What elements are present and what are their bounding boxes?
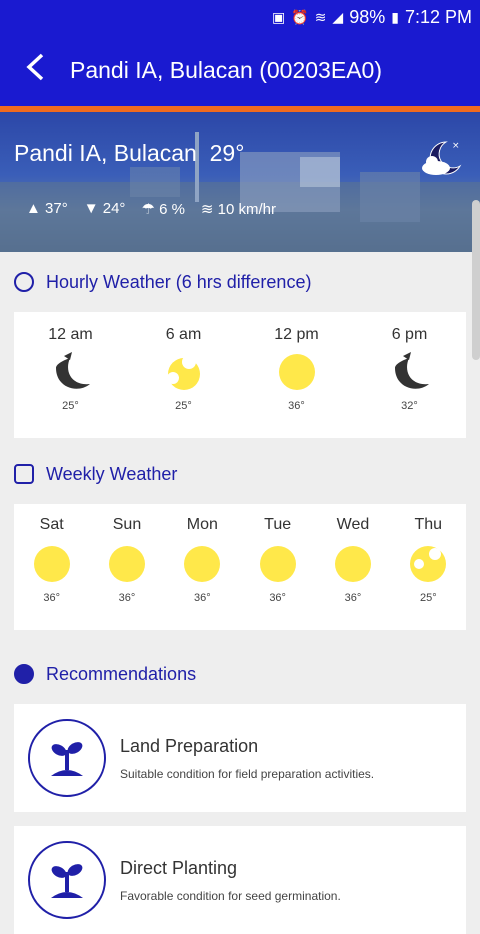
current-location-temp: Pandi IA, Bulacan 29° bbox=[14, 140, 244, 167]
hourly-item: 6 pm 32° bbox=[385, 326, 435, 412]
plant-sprout-icon bbox=[28, 719, 106, 797]
page-title: Pandi IA, Bulacan (00203EA0) bbox=[70, 56, 382, 83]
svg-text:×: × bbox=[452, 141, 460, 151]
wind-speed: ≋ 10 km/hr bbox=[200, 201, 277, 218]
sun-icon bbox=[184, 546, 221, 582]
notification-icon: ▣ bbox=[272, 8, 286, 25]
partly-sunny-icon bbox=[410, 546, 447, 582]
weekly-item: Sun 36° bbox=[104, 516, 150, 604]
sun-icon bbox=[108, 546, 145, 582]
recommendation-desc: Suitable condition for field preparation… bbox=[120, 766, 375, 781]
recommendation-card[interactable]: Land Preparation Suitable condition for … bbox=[14, 704, 466, 812]
battery-icon: ▮ bbox=[391, 8, 399, 25]
moon-icon bbox=[55, 352, 90, 389]
low-temp: ▼ 24° bbox=[83, 200, 126, 217]
weekly-item: Sat 36° bbox=[29, 516, 75, 604]
back-chevron-icon[interactable] bbox=[0, 52, 70, 88]
scrollbar[interactable] bbox=[472, 200, 480, 360]
hourly-title: Hourly Weather (6 hrs difference) bbox=[46, 271, 312, 292]
hourly-card: 12 am 25° 6 am 25° 12 pm 36° 6 pm 32° bbox=[14, 312, 466, 438]
recommendations-section-header: Recommendations bbox=[0, 644, 480, 704]
up-arrow-icon: ▲ bbox=[26, 200, 41, 217]
current-stats: ▲ 37° ▼ 24° ☂ 6 % ≋ 10 km/hr bbox=[26, 200, 276, 218]
weekly-item: Mon 36° bbox=[179, 516, 225, 604]
weekly-item: Tue 36° bbox=[255, 516, 301, 604]
wifi-icon: ≋ bbox=[314, 8, 327, 25]
weekly-item: Wed 36° bbox=[330, 516, 376, 604]
weekly-item: Thu 25° bbox=[405, 516, 451, 604]
field-photo-background bbox=[0, 132, 480, 252]
clock: 7:12 PM bbox=[404, 6, 472, 27]
hourly-item: 12 pm 36° bbox=[272, 326, 322, 412]
weekly-title: Weekly Weather bbox=[46, 463, 178, 484]
recommendation-title: Land Preparation bbox=[120, 735, 259, 756]
high-temp: ▲ 37° bbox=[26, 200, 68, 217]
moon-icon bbox=[394, 352, 429, 389]
app-bar: Pandi IA, Bulacan (00203EA0) bbox=[0, 34, 480, 106]
battery-percent: 98% bbox=[349, 6, 386, 27]
calendar-icon bbox=[14, 464, 34, 484]
target-icon bbox=[14, 272, 34, 292]
recommendation-title: Direct Planting bbox=[120, 857, 238, 878]
sun-icon bbox=[334, 546, 371, 582]
hourly-item: 6 am 25° bbox=[159, 326, 209, 412]
alarm-icon: ⏰ bbox=[291, 8, 309, 25]
recommendation-card[interactable]: Direct Planting Favorable condition for … bbox=[14, 826, 466, 934]
wind-icon: ≋ bbox=[200, 201, 214, 218]
recommendation-desc: Favorable condition for seed germination… bbox=[120, 888, 341, 903]
sun-icon bbox=[278, 354, 315, 390]
location-name: Pandi IA, Bulacan bbox=[14, 140, 197, 166]
rain-chance: ☂ 6 % bbox=[141, 201, 185, 218]
thumbs-up-icon bbox=[14, 664, 34, 684]
hourly-section-header: Hourly Weather (6 hrs difference) bbox=[0, 252, 480, 312]
signal-icon: ◢ bbox=[332, 8, 344, 25]
weekly-card: Sat 36° Sun 36° Mon 36° Tue 36° Wed 36° Thu 25… bbox=[14, 504, 466, 630]
status-bar: ▣ ⏰ ≋ ◢ 98% ▮ 7:12 PM bbox=[0, 0, 480, 34]
sun-icon bbox=[33, 546, 70, 582]
recommendations-title: Recommendations bbox=[46, 663, 197, 684]
current-weather-banner: Pandi IA, Bulacan 29° × ▲ 37° ▼ 24° ☂ 6 … bbox=[0, 112, 480, 252]
night-cloud-icon: × bbox=[416, 138, 464, 187]
partly-sunny-icon bbox=[166, 355, 200, 390]
raindrop-icon: ☂ bbox=[141, 201, 155, 218]
down-arrow-icon: ▼ bbox=[83, 200, 99, 217]
plant-sprout-icon bbox=[28, 841, 106, 919]
weekly-section-header: Weekly Weather bbox=[0, 444, 480, 504]
hourly-item: 12 am 25° bbox=[46, 326, 96, 412]
current-temperature: 29° bbox=[209, 140, 245, 166]
sun-icon bbox=[259, 546, 296, 582]
